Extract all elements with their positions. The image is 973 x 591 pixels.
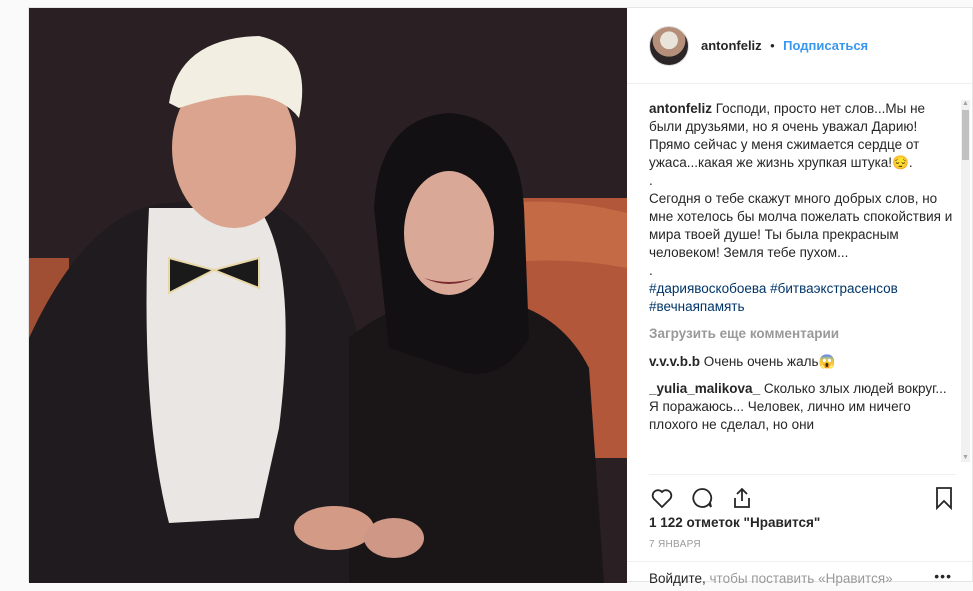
likes-count[interactable]: 1 122 отметок "Нравится" <box>649 515 820 530</box>
heart-icon[interactable] <box>649 486 675 510</box>
caption-username[interactable]: antonfeliz <box>649 101 712 116</box>
post-date[interactable]: 7 ЯНВАРЯ <box>649 539 701 550</box>
share-icon[interactable] <box>729 486 755 510</box>
scroll-down-arrow-icon[interactable]: ▼ <box>961 454 970 462</box>
bookmark-icon[interactable] <box>932 486 956 510</box>
comment-icon[interactable] <box>689 486 715 510</box>
caption-text-2: Сегодня о тебе скажут много добрых слов,… <box>649 191 953 260</box>
action-bar <box>649 474 956 510</box>
caption-dot-1: . <box>649 173 653 188</box>
comments-scrollbar[interactable]: ▲ ▼ <box>961 100 970 462</box>
post-header: antonfeliz • Подписаться <box>627 8 972 84</box>
post-sidebar: antonfeliz • Подписаться antonfeliz Госп… <box>627 8 972 586</box>
header-separator: • <box>770 37 775 53</box>
add-comment-bar: Войдите, чтобы поставить «Нравится» <box>627 561 972 591</box>
caption-dot-2: . <box>649 263 653 278</box>
post-card: antonfeliz • Подписаться antonfeliz Госп… <box>28 7 973 586</box>
list-item: _yulia_malikova_ Сколько злых людей вокр… <box>649 380 958 434</box>
login-link[interactable]: Войдите, <box>649 571 706 586</box>
avatar[interactable] <box>649 25 689 66</box>
scrollbar-thumb[interactable] <box>962 110 969 160</box>
comment-text: Очень очень жаль😱 <box>703 354 836 369</box>
header-username[interactable]: antonfeliz <box>701 38 762 53</box>
comment-username[interactable]: v.v.v.b.b <box>649 354 700 369</box>
scroll-up-arrow-icon[interactable]: ▲ <box>961 100 970 108</box>
comment-username[interactable]: _yulia_malikova_ <box>649 381 760 396</box>
comments-list: antonfeliz Господи, просто нет слов...Мы… <box>649 100 958 462</box>
post-photo[interactable] <box>29 8 627 583</box>
caption: antonfeliz Господи, просто нет слов...Мы… <box>649 100 958 316</box>
photo-illustration <box>29 8 627 583</box>
add-comment-hint: чтобы поставить «Нравится» <box>705 571 893 586</box>
caption-hashtags[interactable]: #дариявоскобоева #битваэкстрасенсов #веч… <box>649 281 898 314</box>
list-item: v.v.v.b.b Очень очень жаль😱 <box>649 353 958 371</box>
follow-button[interactable]: Подписаться <box>783 38 868 53</box>
load-more-comments-button[interactable]: Загрузить еще комментарии <box>649 325 958 343</box>
